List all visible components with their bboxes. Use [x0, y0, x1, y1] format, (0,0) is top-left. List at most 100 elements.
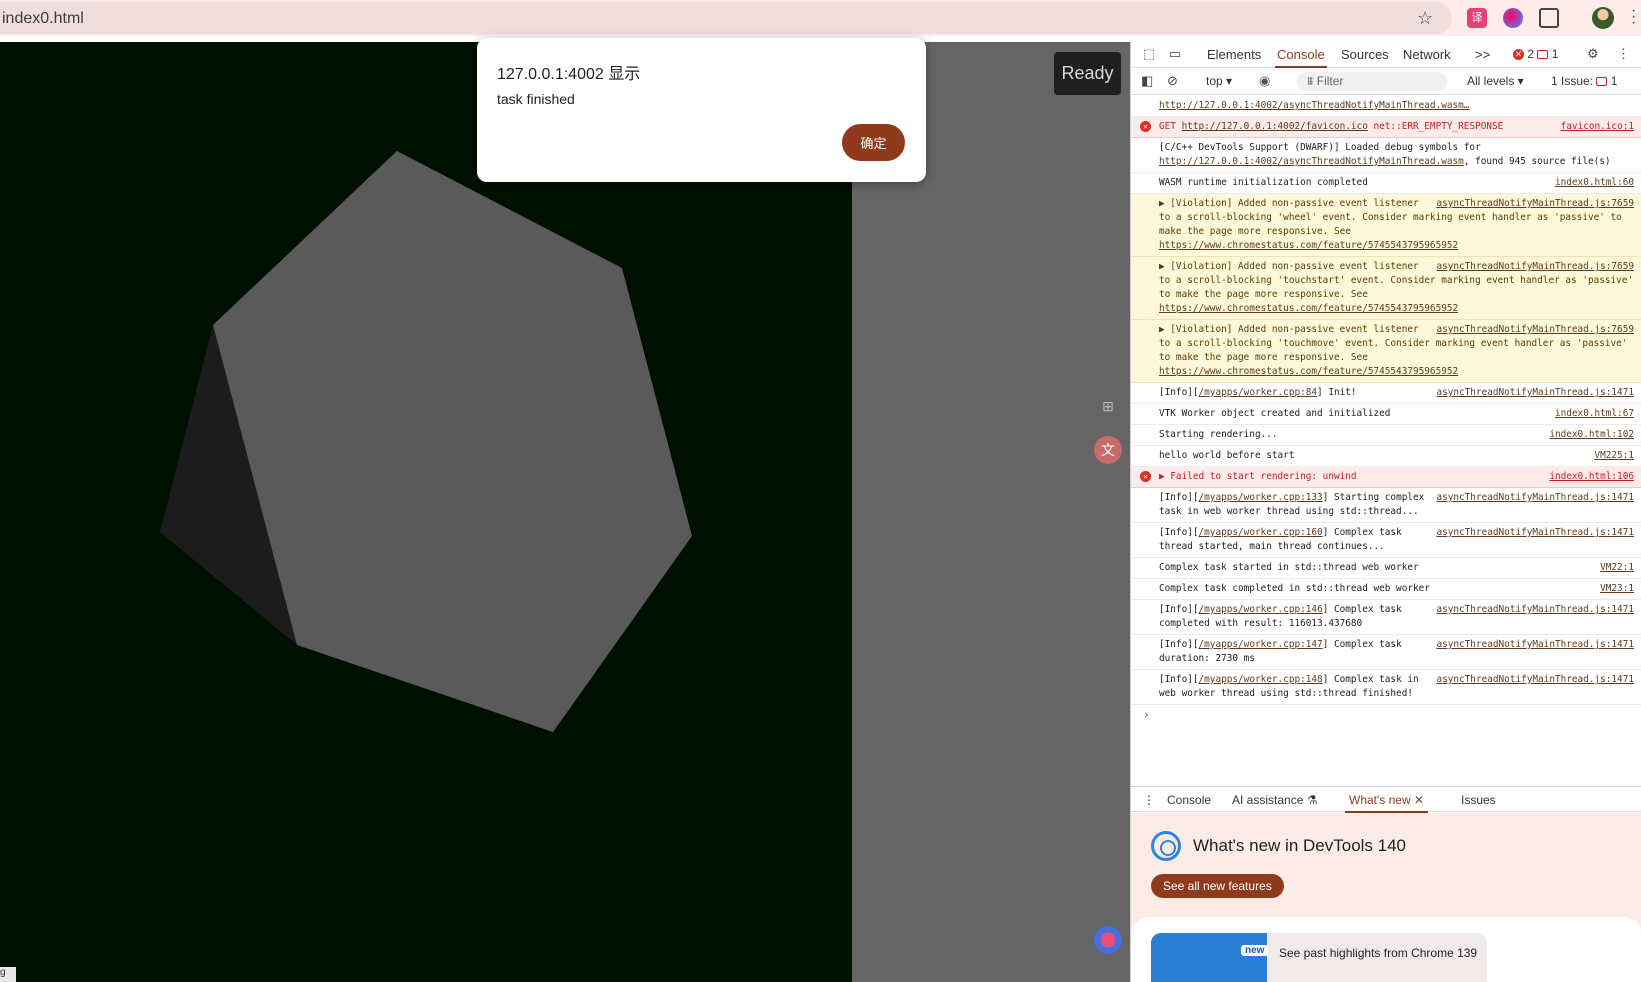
console-toolbar: ◧ ⊘ top ▾ ◉ ⩩ Filter All levels ▾ 1 Issu…: [1131, 69, 1641, 95]
browser-menu-icon[interactable]: · · ·: [1631, 3, 1636, 31]
source-link[interactable]: favicon.ico:1: [1561, 120, 1634, 134]
console-log-row[interactable]: asyncThreadNotifyMainThread.js:1471 [Info…: [1131, 670, 1641, 705]
message-text: [Info][: [1159, 674, 1199, 685]
console-warning-row[interactable]: asyncThreadNotifyMainThread.js:7659 ▶ [Vi…: [1131, 320, 1641, 383]
clear-console-icon[interactable]: ⊘: [1167, 73, 1178, 89]
address-bar[interactable]: index0.html ☆: [0, 2, 1452, 34]
console-log-row[interactable]: asyncThreadNotifyMainThread.js:1471 [Info…: [1131, 383, 1641, 404]
render-canvas[interactable]: [0, 42, 852, 982]
translate-extension-icon[interactable]: 译: [1467, 8, 1487, 28]
source-link[interactable]: asyncThreadNotifyMainThread.js:1471: [1436, 491, 1634, 505]
source-link[interactable]: asyncThreadNotifyMainThread.js:1471: [1436, 386, 1634, 400]
source-link[interactable]: index0.html:60: [1555, 176, 1634, 190]
console-error-row[interactable]: ✕ index0.html:106 ▶ Failed to start render…: [1131, 467, 1641, 488]
past-highlights-card[interactable]: new See past highlights from Chrome 139: [1151, 933, 1487, 982]
message-link[interactable]: /myapps/worker.cpp:84: [1199, 387, 1318, 398]
error-count-badge[interactable]: ✕ 2 1: [1513, 47, 1558, 61]
message-text: WASM runtime initialization completed: [1159, 177, 1368, 188]
gemini-extension-icon[interactable]: [1503, 8, 1523, 28]
message-link[interactable]: https://www.chromestatus.com/feature/574…: [1159, 240, 1458, 251]
console-error-row[interactable]: ✕ favicon.ico:1 GET http://127.0.0.1:4002/…: [1131, 117, 1641, 138]
message-link[interactable]: /myapps/worker.cpp:148: [1199, 674, 1323, 685]
devtools-tabbar: ⬚ ▭ Elements Console Sources Network >> …: [1131, 42, 1641, 68]
console-log-row[interactable]: asyncThreadNotifyMainThread.js:1471 [Info…: [1131, 600, 1641, 635]
source-link[interactable]: asyncThreadNotifyMainThread.js:1471: [1436, 673, 1634, 687]
source-link[interactable]: index0.html:67: [1555, 407, 1634, 421]
drawer-menu-icon[interactable]: ⋮: [1143, 793, 1155, 807]
console-prompt[interactable]: ›: [1131, 705, 1641, 725]
source-link[interactable]: index0.html:106: [1549, 470, 1634, 484]
source-link[interactable]: asyncThreadNotifyMainThread.js:1471: [1436, 603, 1634, 617]
drawer-tab-whats-new[interactable]: What's new ✕: [1344, 793, 1429, 813]
devtools-panel: ⬚ ▭ Elements Console Sources Network >> …: [1130, 42, 1641, 982]
source-link[interactable]: asyncThreadNotifyMainThread.js:1471: [1436, 526, 1634, 540]
message-link[interactable]: http://127.0.0.1:4002/asyncThreadNotifyM…: [1159, 156, 1464, 167]
tab-network[interactable]: Network: [1403, 47, 1451, 62]
console-log-row[interactable]: index0.html:67 VTK Worker object created …: [1131, 404, 1641, 425]
console-log-row[interactable]: VM22:1 Complex task started in std::threa…: [1131, 558, 1641, 579]
message-text: Complex task completed in std::thread we…: [1159, 583, 1430, 594]
apps-grid-icon[interactable]: ⊞: [1094, 392, 1122, 420]
address-text[interactable]: index0.html: [2, 10, 84, 28]
dialog-ok-button[interactable]: 确定: [842, 124, 905, 161]
more-tabs-icon[interactable]: >>: [1475, 47, 1490, 62]
console-warning-row[interactable]: asyncThreadNotifyMainThread.js:7659 ▶ [Vi…: [1131, 194, 1641, 257]
context-selector[interactable]: top ▾: [1206, 74, 1232, 88]
source-link[interactable]: VM23:1: [1600, 582, 1634, 596]
console-warning-row[interactable]: asyncThreadNotifyMainThread.js:7659 ▶ [Vi…: [1131, 257, 1641, 320]
profile-avatar[interactable]: [1592, 7, 1614, 29]
drawer-tab-ai-assistance[interactable]: AI assistance ⚗: [1232, 793, 1317, 807]
inspect-element-icon[interactable]: ⬚: [1143, 46, 1155, 62]
message-link[interactable]: /myapps/worker.cpp:160: [1199, 527, 1323, 538]
message-link[interactable]: http://127.0.0.1:4002/favicon.ico: [1182, 121, 1368, 132]
device-toolbar-icon[interactable]: ▭: [1169, 46, 1181, 62]
new-badge: new: [1241, 945, 1269, 956]
console-filter-input[interactable]: ⩩ Filter: [1297, 72, 1447, 91]
console-log-row[interactable]: asyncThreadNotifyMainThread.js:1471 [Info…: [1131, 635, 1641, 670]
filter-placeholder: Filter: [1316, 74, 1344, 88]
log-levels-dropdown[interactable]: All levels ▾: [1467, 74, 1524, 88]
console-log-row[interactable]: index0.html:102 Starting rendering...: [1131, 425, 1641, 446]
drawer-tab-console[interactable]: Console: [1167, 793, 1211, 807]
translate-icon[interactable]: 文: [1094, 436, 1122, 464]
polygon-render: [160, 151, 692, 732]
message-link[interactable]: https://www.chromestatus.com/feature/574…: [1159, 366, 1458, 377]
console-log-row[interactable]: asyncThreadNotifyMainThread.js:1471 [Info…: [1131, 523, 1641, 558]
console-log-row[interactable]: asyncThreadNotifyMainThread.js:1471 [Info…: [1131, 488, 1641, 523]
message-link[interactable]: /myapps/worker.cpp:133: [1199, 492, 1323, 503]
console-log-row[interactable]: index0.html:60 WASM runtime initializatio…: [1131, 173, 1641, 194]
message-text: Complex task started in std::thread web …: [1159, 562, 1419, 573]
source-link[interactable]: VM22:1: [1600, 561, 1634, 575]
console-log-row[interactable]: VM23:1 Complex task completed in std::thr…: [1131, 579, 1641, 600]
tab-console[interactable]: Console: [1275, 47, 1327, 68]
message-text: ▶ Failed to start rendering: unwind: [1159, 471, 1357, 482]
message-link[interactable]: /myapps/worker.cpp:146: [1199, 604, 1323, 615]
console-log-row[interactable]: http://127.0.0.1:4002/asyncThreadNotifyM…: [1131, 96, 1641, 117]
tab-sources[interactable]: Sources: [1341, 47, 1389, 62]
settings-gear-icon[interactable]: ⚙: [1587, 46, 1599, 62]
issues-link[interactable]: 1 Issue: 1: [1551, 74, 1617, 88]
source-link[interactable]: index0.html:102: [1549, 428, 1634, 442]
live-expression-eye-icon[interactable]: ◉: [1259, 73, 1270, 89]
bookmark-star-icon[interactable]: ☆: [1417, 8, 1433, 29]
message-link[interactable]: https://www.chromestatus.com/feature/574…: [1159, 303, 1458, 314]
drawer-tabbar: ⋮ Console AI assistance ⚗ What's new ✕ I…: [1131, 786, 1641, 813]
tab-elements[interactable]: Elements: [1207, 47, 1261, 62]
source-link[interactable]: asyncThreadNotifyMainThread.js:7659: [1436, 197, 1634, 211]
source-link[interactable]: asyncThreadNotifyMainThread.js:7659: [1436, 323, 1634, 337]
source-link[interactable]: asyncThreadNotifyMainThread.js:7659: [1436, 260, 1634, 274]
whats-new-panel: What's new in DevTools 140 See all new f…: [1131, 813, 1641, 982]
source-link[interactable]: asyncThreadNotifyMainThread.js:1471: [1436, 638, 1634, 652]
console-log-row[interactable]: VM225:1 hello world before start: [1131, 446, 1641, 467]
source-link[interactable]: VM225:1: [1594, 449, 1634, 463]
message-link[interactable]: /myapps/worker.cpp:147: [1199, 639, 1323, 650]
see-all-features-button[interactable]: See all new features: [1151, 874, 1284, 898]
extensions-puzzle-icon[interactable]: [1539, 8, 1559, 28]
message-link[interactable]: http://127.0.0.1:4002/asyncThreadNotifyM…: [1159, 100, 1469, 111]
drawer-tab-issues[interactable]: Issues: [1461, 793, 1496, 807]
sidebar-toggle-icon[interactable]: ◧: [1141, 73, 1153, 89]
highlights-thumbnail: [1151, 933, 1267, 982]
devtools-menu-icon[interactable]: ⋮: [1617, 46, 1630, 62]
console-log-row[interactable]: [C/C++ DevTools Support (DWARF)] Loaded …: [1131, 138, 1641, 173]
gemini-icon[interactable]: [1094, 926, 1122, 954]
